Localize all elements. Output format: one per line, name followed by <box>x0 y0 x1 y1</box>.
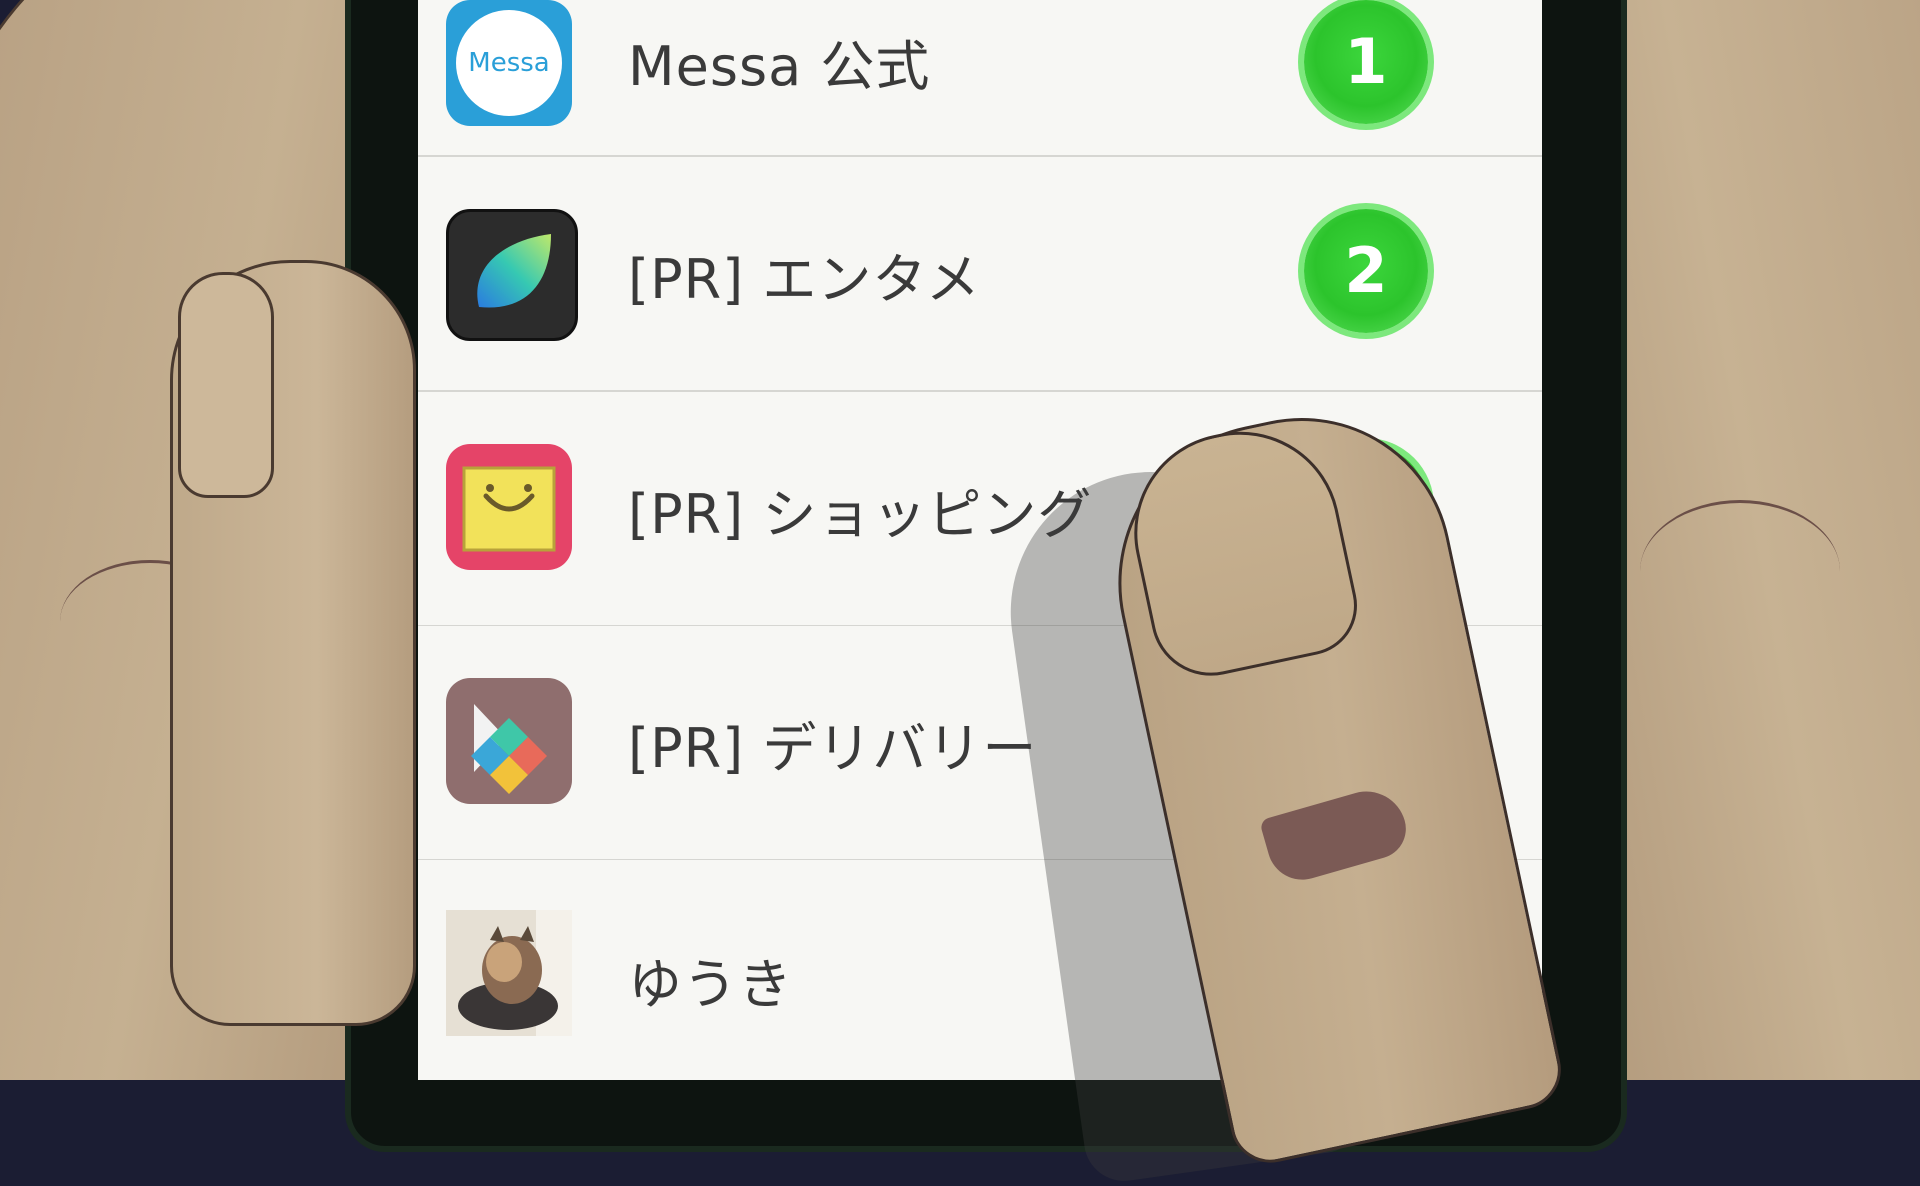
diamond-tiles-icon <box>446 678 572 804</box>
unread-badge: 2 <box>1304 209 1428 333</box>
chat-name: [PR] ショッピング <box>628 483 1093 546</box>
chat-name: [PR] エンタメ <box>628 248 981 311</box>
right-hand-crease <box>1640 500 1840 643</box>
unread-badge: 1 <box>1304 0 1428 124</box>
leaf-icon <box>446 209 578 341</box>
messa-logo-icon: Messa <box>446 0 572 126</box>
chat-name: Messa 公式 <box>628 35 931 98</box>
chat-list-item-messa[interactable]: Messa Messa 公式 1 <box>418 0 1542 157</box>
chat-name: ゆうき <box>628 953 793 1016</box>
chat-list-item-entame[interactable]: [PR] エンタメ 2 <box>418 157 1542 392</box>
cat-avatar-icon <box>446 910 572 1036</box>
messa-logo-text: Messa <box>456 10 562 116</box>
left-thumbnail <box>178 272 274 498</box>
shopping-bag-icon <box>446 444 572 570</box>
chat-name: [PR] デリバリー <box>628 717 1038 780</box>
